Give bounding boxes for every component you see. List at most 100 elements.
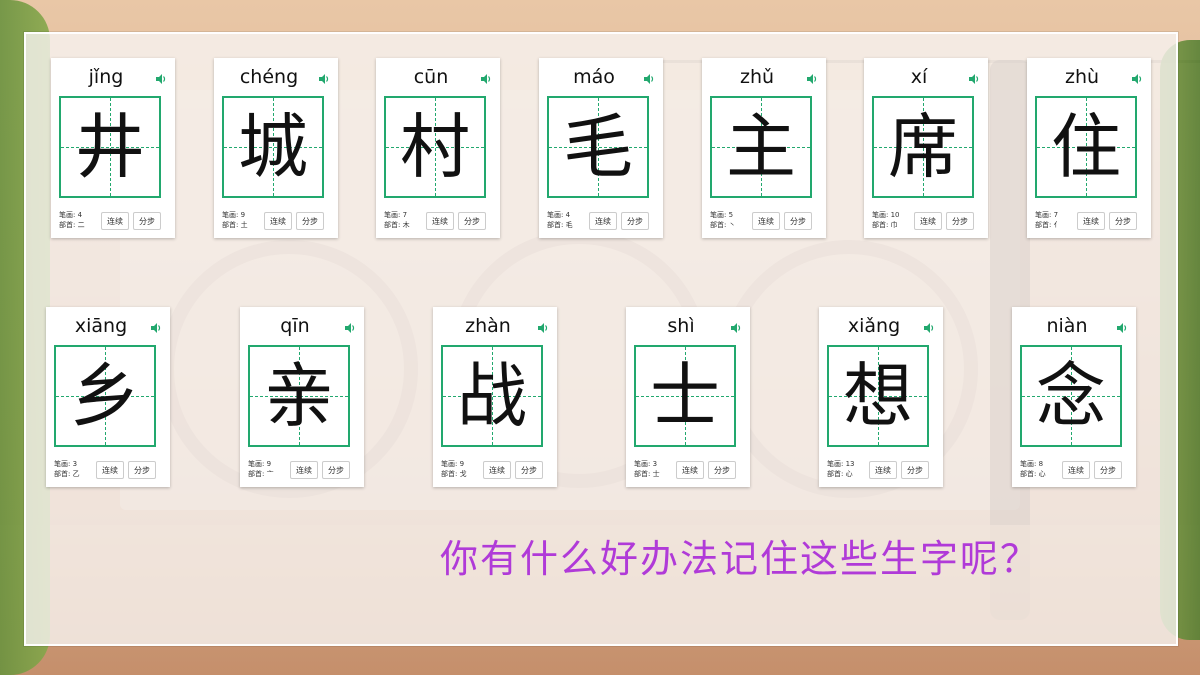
tianzige-grid: 井 bbox=[59, 96, 161, 198]
hanzi-character: 想 bbox=[843, 355, 913, 437]
continuous-button[interactable]: 连续 bbox=[752, 212, 780, 230]
stroke-radical-info: 笔画: 7 部首: 亻 bbox=[1035, 210, 1061, 230]
radical-value: 乙 bbox=[72, 470, 80, 478]
continuous-button[interactable]: 连续 bbox=[676, 461, 704, 479]
speaker-icon[interactable] bbox=[150, 319, 162, 333]
speaker-icon[interactable] bbox=[1116, 319, 1128, 333]
strokes-label: 笔画: bbox=[384, 211, 401, 219]
tianzige-grid: 村 bbox=[384, 96, 486, 198]
step-button[interactable]: 分步 bbox=[1109, 212, 1137, 230]
step-button[interactable]: 分步 bbox=[515, 461, 543, 479]
hanzi-character: 主 bbox=[726, 106, 796, 188]
continuous-button[interactable]: 连续 bbox=[264, 212, 292, 230]
radical-label: 部首: bbox=[248, 470, 265, 478]
character-card: máo 毛笔画: 4 部首: 毛连续 分步 bbox=[539, 58, 663, 238]
strokes-label: 笔画: bbox=[1035, 211, 1052, 219]
speaker-icon[interactable] bbox=[730, 319, 742, 333]
hanzi-character: 念 bbox=[1036, 355, 1106, 437]
speaker-icon[interactable] bbox=[806, 70, 818, 84]
strokes-value: 9 bbox=[459, 460, 465, 468]
step-button[interactable]: 分步 bbox=[621, 212, 649, 230]
continuous-button[interactable]: 连续 bbox=[96, 461, 124, 479]
strokes-label: 笔画: bbox=[547, 211, 564, 219]
step-button[interactable]: 分步 bbox=[946, 212, 974, 230]
character-card: qīn 亲笔画: 9 部首: 亠连续 分步 bbox=[240, 307, 364, 487]
radical-label: 部首: bbox=[827, 470, 844, 478]
hanzi-character: 亲 bbox=[264, 355, 334, 437]
stroke-radical-info: 笔画: 13 部首: 心 bbox=[827, 459, 855, 479]
strokes-value: 8 bbox=[1038, 460, 1044, 468]
character-card: jǐng 井笔画: 4 部首: 二 连续 分步 bbox=[51, 58, 175, 238]
strokes-value: 4 bbox=[77, 211, 83, 219]
hanzi-character: 席 bbox=[888, 106, 958, 188]
pinyin-label: jǐng bbox=[88, 66, 124, 88]
radical-value: 毛 bbox=[565, 221, 573, 229]
pinyin-label: chéng bbox=[239, 66, 299, 88]
continuous-button[interactable]: 连续 bbox=[1062, 461, 1090, 479]
continuous-button[interactable]: 连续 bbox=[914, 212, 942, 230]
strokes-label: 笔画: bbox=[441, 460, 458, 468]
radical-label: 部首: bbox=[54, 470, 71, 478]
speaker-icon[interactable] bbox=[968, 70, 980, 84]
strokes-label: 笔画: bbox=[710, 211, 727, 219]
step-button[interactable]: 分步 bbox=[1094, 461, 1122, 479]
radical-value: 二 bbox=[77, 221, 85, 229]
tianzige-grid: 想 bbox=[827, 345, 929, 447]
strokes-value: 3 bbox=[652, 460, 658, 468]
radical-label: 部首: bbox=[59, 221, 76, 229]
continuous-button[interactable]: 连续 bbox=[101, 212, 129, 230]
pinyin-label: shì bbox=[667, 315, 695, 337]
tianzige-grid: 士 bbox=[634, 345, 736, 447]
character-card: chéng 城笔画: 9 部首: 土连续 分步 bbox=[214, 58, 338, 238]
speaker-icon[interactable] bbox=[344, 319, 356, 333]
speaker-icon[interactable] bbox=[318, 70, 330, 84]
speaker-icon[interactable] bbox=[537, 319, 549, 333]
radical-label: 部首: bbox=[872, 221, 889, 229]
strokes-value: 13 bbox=[845, 460, 855, 468]
radical-value: 巾 bbox=[890, 221, 898, 229]
continuous-button[interactable]: 连续 bbox=[483, 461, 511, 479]
radical-label: 部首: bbox=[1020, 470, 1037, 478]
hanzi-character: 城 bbox=[238, 106, 308, 188]
speaker-icon[interactable] bbox=[923, 319, 935, 333]
stroke-radical-info: 笔画: 4 部首: 毛 bbox=[547, 210, 573, 230]
radical-label: 部首: bbox=[441, 470, 458, 478]
step-button[interactable]: 分步 bbox=[128, 461, 156, 479]
step-button[interactable]: 分步 bbox=[901, 461, 929, 479]
hanzi-character: 住 bbox=[1051, 106, 1121, 188]
strokes-value: 4 bbox=[565, 211, 571, 219]
speaker-icon[interactable] bbox=[643, 70, 655, 84]
hanzi-character: 毛 bbox=[563, 106, 633, 188]
strokes-value: 5 bbox=[728, 211, 734, 219]
pinyin-label: máo bbox=[573, 66, 615, 88]
radical-label: 部首: bbox=[634, 470, 651, 478]
continuous-button[interactable]: 连续 bbox=[589, 212, 617, 230]
character-card: zhù 住笔画: 7 部首: 亻连续 分步 bbox=[1027, 58, 1151, 238]
step-button[interactable]: 分步 bbox=[458, 212, 486, 230]
radical-value: 亻 bbox=[1053, 221, 1061, 229]
step-button[interactable]: 分步 bbox=[133, 212, 161, 230]
continuous-button[interactable]: 连续 bbox=[426, 212, 454, 230]
pinyin-label: zhù bbox=[1064, 66, 1100, 88]
tianzige-grid: 亲 bbox=[248, 345, 350, 447]
continuous-button[interactable]: 连续 bbox=[869, 461, 897, 479]
step-button[interactable]: 分步 bbox=[708, 461, 736, 479]
speaker-icon[interactable] bbox=[155, 70, 167, 84]
speaker-icon[interactable] bbox=[480, 70, 492, 84]
radical-value: 亠 bbox=[266, 470, 274, 478]
speaker-icon[interactable] bbox=[1131, 70, 1143, 84]
continuous-button[interactable]: 连续 bbox=[290, 461, 318, 479]
radical-value: 丶 bbox=[728, 221, 736, 229]
strokes-label: 笔画: bbox=[59, 211, 76, 219]
stroke-radical-info: 笔画: 9 部首: 戈 bbox=[441, 459, 467, 479]
strokes-value: 3 bbox=[72, 460, 78, 468]
step-button[interactable]: 分步 bbox=[322, 461, 350, 479]
character-card: niàn 念笔画: 8 部首: 心连续 分步 bbox=[1012, 307, 1136, 487]
radical-label: 部首: bbox=[710, 221, 727, 229]
step-button[interactable]: 分步 bbox=[784, 212, 812, 230]
pinyin-label: xí bbox=[910, 66, 928, 88]
stroke-radical-info: 笔画: 3 部首: 士 bbox=[634, 459, 660, 479]
radical-value: 木 bbox=[402, 221, 410, 229]
continuous-button[interactable]: 连续 bbox=[1077, 212, 1105, 230]
step-button[interactable]: 分步 bbox=[296, 212, 324, 230]
